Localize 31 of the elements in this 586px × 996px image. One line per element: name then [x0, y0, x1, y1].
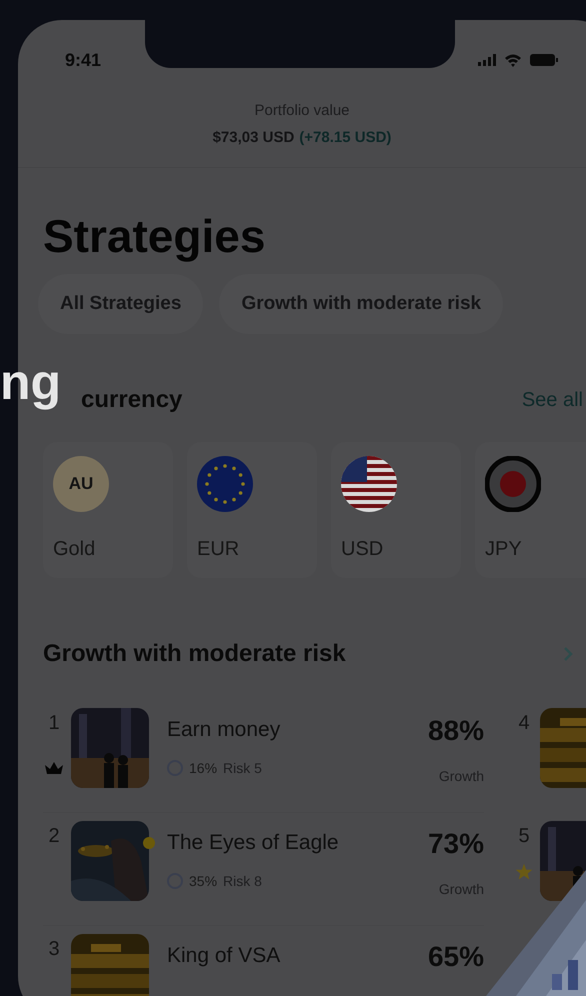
strategy-name: The Eyes of Eagle: [167, 830, 340, 856]
currency-name: USD: [341, 537, 384, 562]
status-time: 9:41: [65, 48, 102, 72]
chevron-right-icon[interactable]: [563, 646, 573, 662]
portfolio-change: (+78.15 USD): [299, 128, 392, 148]
strategy-name: Earn money: [167, 717, 282, 743]
rank-number: 5: [518, 824, 530, 849]
coin-badge: AU: [53, 456, 109, 512]
rank-number: 1: [48, 711, 60, 736]
see-all-link[interactable]: See all: [522, 385, 583, 415]
currency-name: EUR: [197, 537, 240, 562]
flag-icon: [197, 456, 253, 512]
wifi-icon: [504, 54, 522, 66]
currency-name: Gold: [53, 537, 96, 562]
growth-percent: 73%: [428, 827, 484, 861]
page-title: Strategies: [43, 209, 266, 264]
currency-name: JPY: [485, 537, 523, 562]
signal-icon: [478, 54, 496, 66]
filter-chip[interactable]: All Strategies: [38, 274, 204, 334]
strategy-name: King of VSA: [167, 943, 282, 969]
section-title: Growth with moderate risk: [43, 639, 346, 669]
growth-percent: 88%: [428, 714, 484, 748]
rank-number: 4: [518, 711, 530, 736]
rank-number: 3: [48, 937, 60, 962]
flag-icon: [485, 456, 541, 512]
overlay-text: ng: [0, 353, 62, 412]
growth-percent: 65%: [428, 940, 484, 974]
rank-number: 2: [48, 824, 60, 849]
section-title: currency: [80, 385, 182, 415]
filter-chip[interactable]: Growth with moderate risk: [219, 274, 504, 334]
battery-icon: [530, 54, 558, 66]
